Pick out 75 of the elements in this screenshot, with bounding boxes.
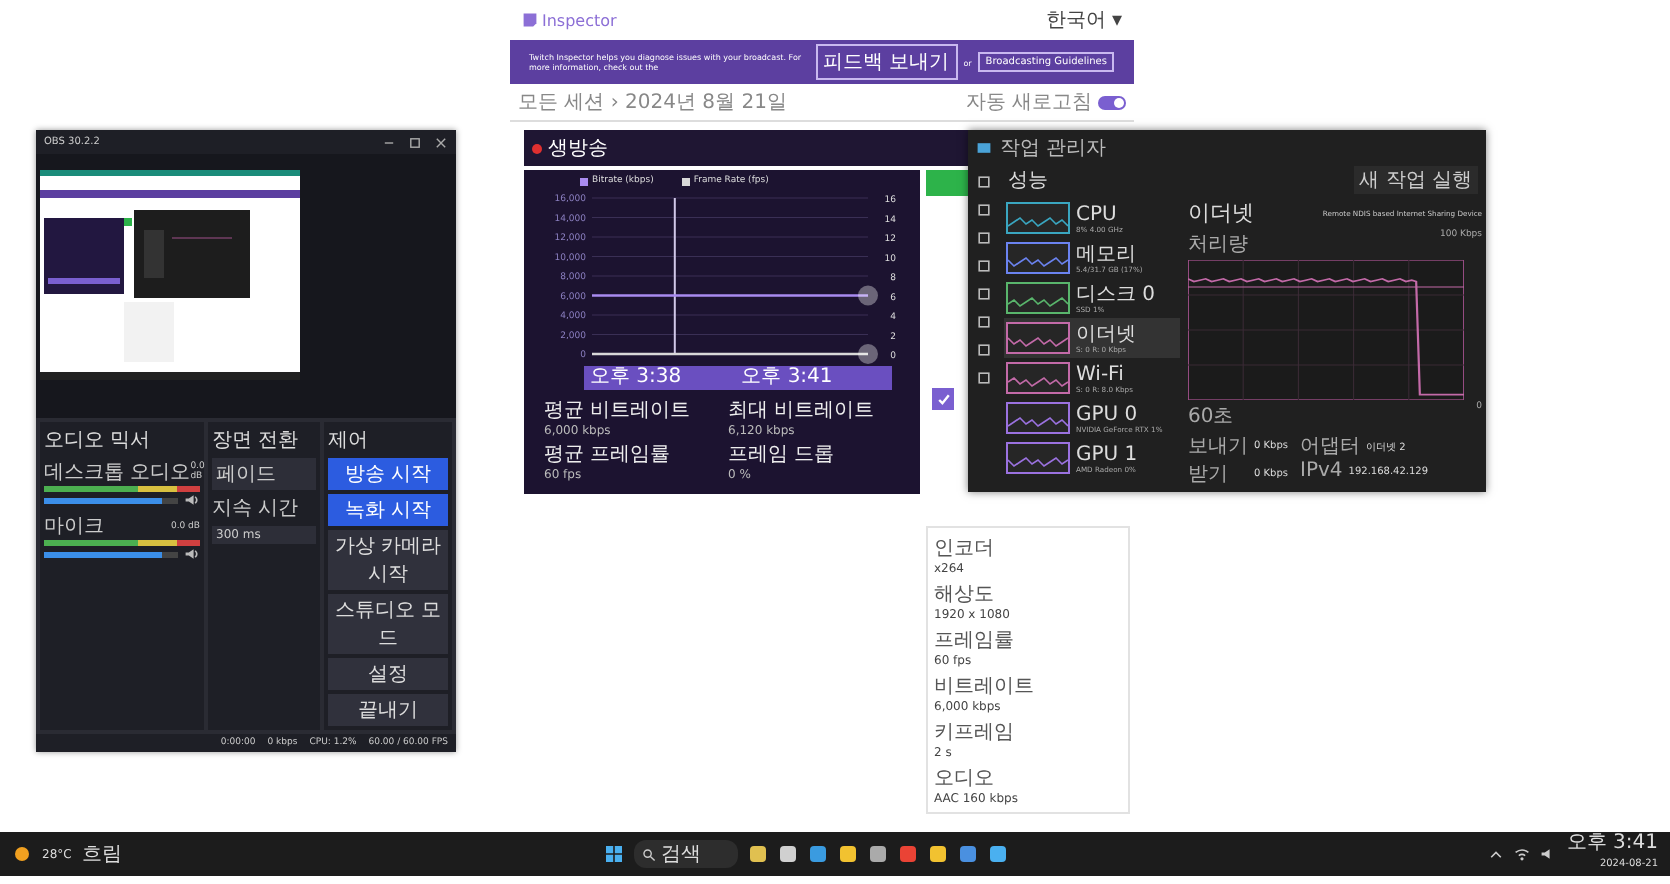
app-icon[interactable]	[957, 844, 978, 864]
hover-marker	[858, 285, 878, 306]
resource-name: 디스크 0	[1076, 283, 1156, 305]
close-icon[interactable]	[434, 135, 448, 149]
app-icon[interactable]	[837, 844, 858, 864]
send-label: 보내기	[1188, 434, 1248, 460]
field-label: 비트레이트	[934, 674, 1036, 700]
weather-text: 흐림	[81, 842, 122, 868]
stream-status: 생방송	[548, 136, 608, 162]
resource-name: GPU 0	[1076, 403, 1140, 425]
control-button[interactable]: 방송 시작	[328, 458, 448, 490]
field-label: 오디오	[934, 766, 996, 792]
resource-name: 이더넷	[1076, 323, 1136, 345]
panel-title: 제어	[328, 428, 370, 454]
time-range-bar[interactable]: 오후 3:38 오후 3:41	[584, 366, 892, 390]
clock-time[interactable]: 오후 3:41	[1566, 834, 1658, 854]
app-icon[interactable]	[747, 844, 768, 864]
stat-label: 평균 프레임률	[544, 442, 673, 468]
range-start: 오후 3:38	[590, 366, 682, 390]
panel-title: 장면 전환	[212, 428, 301, 454]
stat-label: 최대 비트레이트	[728, 398, 877, 424]
app-icon	[976, 140, 992, 156]
app-icon[interactable]	[807, 844, 828, 864]
run-task-button[interactable]: 새 작업 실행	[1353, 166, 1478, 194]
wifi-icon[interactable]	[1514, 846, 1531, 862]
start-icon[interactable]	[603, 844, 624, 864]
panel-title: 오디오 믹서	[44, 428, 153, 454]
app-icon[interactable]	[777, 844, 798, 864]
stat-label: 프레임 드롭	[728, 442, 837, 468]
detail-label: 어댑터	[1300, 434, 1361, 460]
auto-refresh-toggle[interactable]	[1098, 95, 1126, 109]
hover-marker	[858, 344, 878, 364]
logo[interactable]: Inspector	[522, 11, 617, 29]
resource-name: GPU 1	[1076, 443, 1138, 465]
field-label: 해상도	[934, 582, 996, 608]
detail-label: IPv4	[1300, 460, 1343, 482]
app-icon[interactable]	[927, 844, 948, 864]
field-label: 인코더	[934, 536, 996, 562]
stat-label: 평균 비트레이트	[544, 398, 693, 424]
app-icon[interactable]	[867, 844, 888, 864]
app-icon[interactable]	[987, 844, 1008, 864]
checkbox[interactable]	[932, 388, 954, 410]
control-button[interactable]: 가상 카메라 시작	[328, 530, 448, 590]
graph-label: 처리량	[1188, 232, 1248, 258]
field-label: 프레임률	[934, 628, 1016, 654]
window-title: 작업 관리자	[1000, 136, 1107, 162]
maximize-icon[interactable]	[408, 135, 422, 149]
transition-dropdown[interactable]: 페이드	[212, 458, 316, 490]
field-label: 키프레임	[934, 720, 1016, 746]
range-end: 오후 3:41	[741, 366, 833, 390]
control-button[interactable]: 설정	[328, 658, 448, 690]
sun-icon[interactable]	[12, 844, 32, 864]
speaker-icon[interactable]	[184, 492, 200, 508]
resource-name: 메모리	[1076, 243, 1138, 265]
section-title: 성능	[1008, 168, 1048, 194]
panel-heading: 이더넷	[1188, 198, 1254, 228]
receive-label: 받기	[1188, 462, 1230, 488]
auto-refresh-label: 자동 새로고침	[965, 90, 1092, 116]
speaker-icon[interactable]	[184, 546, 200, 562]
breadcrumb[interactable]: 모든 세션 › 2024년 8월 21일	[518, 88, 960, 116]
control-button[interactable]: 녹화 시작	[328, 494, 448, 526]
graph-time: 60초	[1188, 404, 1234, 430]
feedback-button[interactable]: 피드백 보내기	[815, 44, 958, 80]
control-button[interactable]: 끝내기	[328, 694, 448, 726]
language-selector[interactable]: 한국어 ▾	[1045, 6, 1122, 34]
chevron-up-icon[interactable]	[1488, 846, 1505, 862]
resource-name: Wi-Fi	[1076, 363, 1126, 385]
channel-name: 마이크	[44, 514, 104, 540]
channel-name: 데스크톱 오디오	[44, 460, 191, 486]
search-icon	[641, 847, 656, 861]
duration-label: 지속 시간	[212, 496, 301, 522]
search-field[interactable]: 검색	[633, 840, 738, 868]
control-button[interactable]: 스튜디오 모드	[328, 594, 448, 654]
logo-icon	[522, 12, 538, 28]
resource-name: CPU	[1076, 203, 1119, 225]
